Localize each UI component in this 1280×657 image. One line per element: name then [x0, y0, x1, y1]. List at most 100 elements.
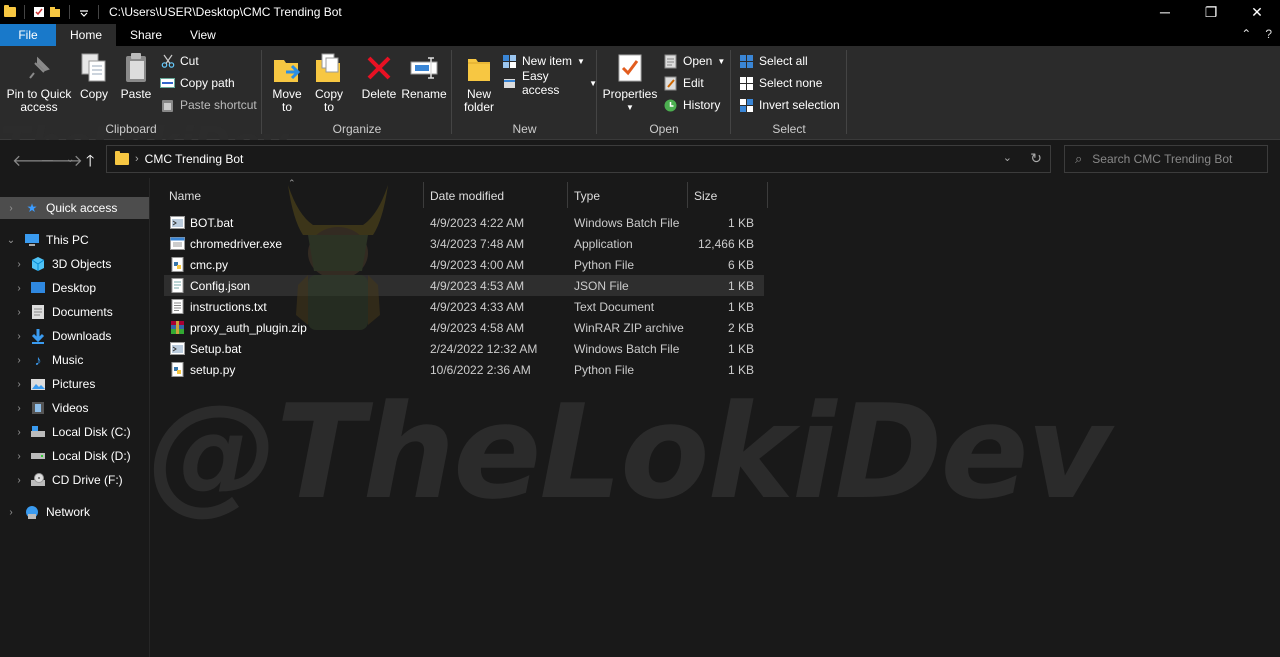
rename-button[interactable]: Rename	[400, 52, 448, 101]
up-arrow-icon[interactable]: 🡑	[86, 150, 94, 177]
sidebar-item-videos[interactable]: › Videos	[0, 397, 149, 419]
close-button[interactable]: ✕	[1234, 0, 1280, 24]
new-folder-button[interactable]: New folder	[458, 52, 500, 114]
collapse-ribbon-button[interactable]: ⌃	[1241, 27, 1251, 41]
tab-view[interactable]: View	[176, 24, 230, 46]
clipboard-paste-icon	[120, 52, 152, 84]
sidebar-item-local-disk-c[interactable]: › Local Disk (C:)	[0, 421, 149, 443]
sidebar-item-cd-drive-f[interactable]: › CD Drive (F:)	[0, 469, 149, 491]
column-divider[interactable]	[687, 182, 688, 208]
file-name[interactable]: setup.py	[190, 363, 235, 377]
search-input[interactable]	[1092, 152, 1253, 166]
file-row[interactable]: chromedriver.exe 3/4/2023 7:48 AM Applic…	[164, 233, 764, 254]
copy-button[interactable]: Copy	[74, 52, 114, 101]
tab-file[interactable]: File	[0, 24, 56, 46]
expand-chevron-icon[interactable]: ›	[12, 379, 26, 390]
file-name[interactable]: BOT.bat	[190, 216, 233, 230]
collapse-chevron-icon[interactable]: ⌄	[4, 235, 18, 246]
help-button[interactable]: ?	[1265, 27, 1272, 41]
expand-chevron-icon[interactable]: ›	[12, 331, 26, 342]
expand-chevron-icon[interactable]: ›	[12, 475, 26, 486]
file-row[interactable]: setup.py 10/6/2022 2:36 AM Python File 1…	[164, 359, 764, 380]
sidebar-item-music[interactable]: › ♪ Music	[0, 349, 149, 371]
sidebar-item-this-pc[interactable]: ⌄ This PC	[0, 229, 149, 251]
file-name[interactable]: chromedriver.exe	[190, 237, 282, 251]
easy-access-button[interactable]: Easy access ▼	[502, 69, 597, 97]
address-bar[interactable]: › CMC Trending Bot ⌄ ↻	[106, 145, 1051, 173]
copy-to-button[interactable]: Copy to	[310, 52, 348, 114]
column-header-date-modified[interactable]: Date modified	[430, 184, 504, 208]
expand-chevron-icon[interactable]: ›	[12, 427, 26, 438]
sidebar-item-desktop[interactable]: › Desktop	[0, 277, 149, 299]
sidebar-item-quick-access[interactable]: › ★ Quick access	[0, 197, 149, 219]
sidebar-item-3d-objects[interactable]: › 3D Objects	[0, 253, 149, 275]
cut-label: Cut	[180, 54, 199, 68]
sidebar-item-local-disk-d[interactable]: › Local Disk (D:)	[0, 445, 149, 467]
delete-button[interactable]: Delete	[358, 52, 400, 101]
expand-chevron-icon[interactable]: ›	[12, 307, 26, 318]
column-divider[interactable]	[767, 182, 768, 208]
minimize-button[interactable]: ─	[1142, 0, 1188, 24]
column-header-name[interactable]: Name	[169, 184, 201, 208]
expand-chevron-icon[interactable]: ›	[4, 203, 18, 214]
file-row[interactable]: cmc.py 4/9/2023 4:00 AM Python File 6 KB	[164, 254, 764, 275]
file-name[interactable]: cmc.py	[190, 258, 228, 272]
properties-button[interactable]: Properties ▼	[601, 52, 659, 114]
expand-chevron-icon[interactable]: ›	[12, 403, 26, 414]
breadcrumb-chevron-icon[interactable]: ›	[135, 153, 139, 165]
open-button[interactable]: Open ▼	[663, 52, 725, 70]
customize-toolbar-chevron-icon[interactable]	[78, 6, 90, 18]
copy-path-button[interactable]: Copy path	[160, 74, 235, 92]
file-row[interactable]: Config.json 4/9/2023 4:53 AM JSON File 1…	[164, 275, 764, 296]
file-row[interactable]: Setup.bat 2/24/2022 12:32 AM Windows Bat…	[164, 338, 764, 359]
forward-arrow-icon[interactable]: 🡒	[40, 150, 83, 171]
expand-chevron-icon[interactable]: ›	[12, 451, 26, 462]
history-button[interactable]: History	[663, 96, 720, 114]
tab-home[interactable]: Home	[56, 24, 117, 46]
invert-selection-button[interactable]: Invert selection	[739, 96, 840, 114]
file-date: 4/9/2023 4:33 AM	[430, 299, 525, 314]
file-name[interactable]: Setup.bat	[190, 342, 241, 356]
column-header-type[interactable]: Type	[574, 184, 600, 208]
expand-chevron-icon[interactable]: ›	[12, 259, 26, 270]
column-divider[interactable]	[567, 182, 568, 208]
videos-film-icon	[30, 400, 46, 416]
address-history-chevron-icon[interactable]: ⌄	[1003, 151, 1012, 164]
file-row[interactable]: instructions.txt 4/9/2023 4:33 AM Text D…	[164, 296, 764, 317]
edit-button[interactable]: Edit	[663, 74, 704, 92]
divider	[98, 5, 99, 19]
easy-access-icon	[502, 76, 517, 91]
sidebar-item-documents[interactable]: › Documents	[0, 301, 149, 323]
recent-locations-chevron-icon[interactable]: ⌄	[66, 154, 74, 165]
paste-shortcut-button[interactable]: Paste shortcut	[160, 96, 257, 114]
file-name[interactable]: proxy_auth_plugin.zip	[190, 321, 307, 335]
column-divider[interactable]	[423, 182, 424, 208]
expand-chevron-icon[interactable]: ›	[12, 283, 26, 294]
sidebar-item-pictures[interactable]: › Pictures	[0, 373, 149, 395]
new-folder-icon[interactable]	[49, 6, 61, 18]
cut-button[interactable]: Cut	[160, 52, 199, 70]
documents-icon	[30, 304, 46, 320]
file-name[interactable]: Config.json	[190, 279, 250, 293]
select-all-button[interactable]: Select all	[739, 52, 808, 70]
file-name[interactable]: instructions.txt	[190, 300, 267, 314]
sidebar-item-downloads[interactable]: › Downloads	[0, 325, 149, 347]
paste-button[interactable]: Paste	[116, 52, 156, 101]
tab-share[interactable]: Share	[116, 24, 176, 46]
refresh-icon[interactable]: ↻	[1030, 150, 1042, 167]
sidebar-item-network[interactable]: › Network	[0, 501, 149, 523]
search-box[interactable]: ⌕	[1064, 145, 1268, 173]
new-item-button[interactable]: New item ▼	[502, 52, 585, 70]
expand-chevron-icon[interactable]: ›	[12, 355, 26, 366]
expand-chevron-icon[interactable]: ›	[4, 507, 18, 518]
file-date: 2/24/2022 12:32 AM	[430, 341, 538, 356]
file-row[interactable]: proxy_auth_plugin.zip 4/9/2023 4:58 AM W…	[164, 317, 764, 338]
maximize-button[interactable]: ❐	[1188, 0, 1234, 24]
select-none-button[interactable]: Select none	[739, 74, 822, 92]
move-to-button[interactable]: Move to	[268, 52, 306, 114]
breadcrumb-current[interactable]: CMC Trending Bot	[145, 152, 244, 166]
file-row[interactable]: BOT.bat 4/9/2023 4:22 AM Windows Batch F…	[164, 212, 764, 233]
pin-to-quick-access-button[interactable]: Pin to Quick access	[6, 52, 72, 114]
properties-icon[interactable]	[33, 6, 45, 18]
column-header-size[interactable]: Size	[694, 184, 717, 208]
